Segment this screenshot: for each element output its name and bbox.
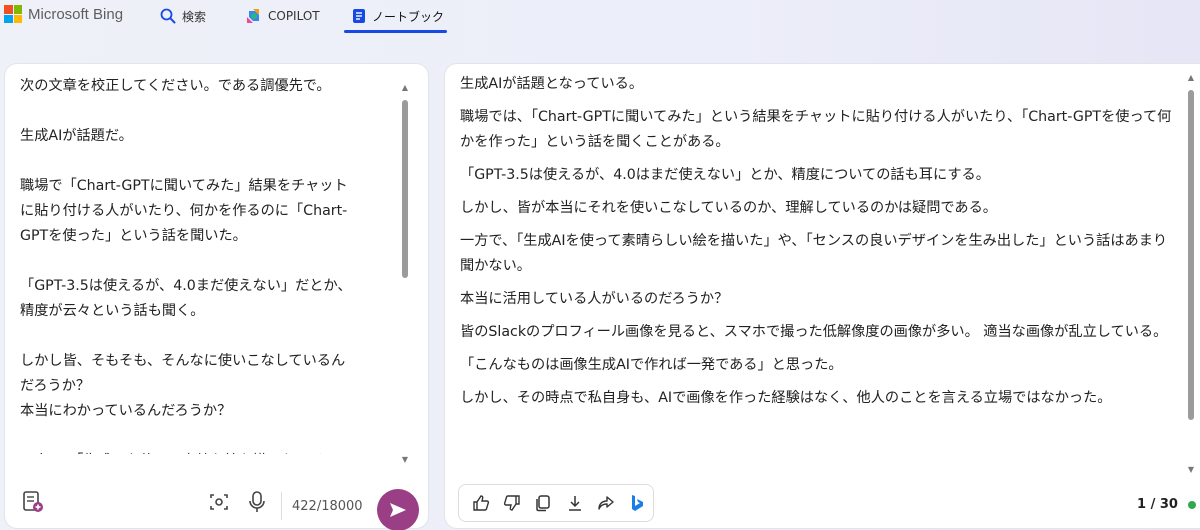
input-line: しかし皆、そもそも、そんなに使いこなしているん [20,353,346,369]
tab-notebook-label: ノートブック [372,9,445,24]
tab-copilot-label: COPILOT [268,9,320,23]
microsoft-logo-icon [4,5,22,23]
input-line: だろうか？ [20,378,91,394]
scroll-up-icon[interactable]: ▲ [401,84,409,92]
output-paragraph: 職場では、「Chart-GPTに聞いてみた」という結果をチャットに貼り付ける人が… [460,109,1172,150]
notebook-icon [353,9,365,23]
tab-notebook[interactable]: ノートブック [352,4,444,28]
output-paragraph: しかし、皆が本当にそれを使いこなしているのか、理解しているのかは疑問である。 [460,200,997,216]
output-paragraph: 皆のSlackのプロフィール画像を見ると、スマホで撮った低解像度の画像が多い。 … [460,324,1168,340]
bing-icon [632,495,644,511]
input-line: 生成AIが話題だ。 [20,128,133,144]
output-paragraph: 本当に活用している人がいるのだろうか？ [460,291,729,307]
input-textarea[interactable]: 次の文章を校正してください。である調優先で。 生成AIが話題だ。職場で「Chart… [20,74,400,454]
tab-search-label: 検索 [182,9,207,24]
input-toolbar: 422/18000 [5,474,428,530]
download-button[interactable] [559,488,590,518]
toolbar-divider [281,492,282,520]
page-indicator: 1 / 30 [1137,497,1196,512]
brand-name: Microsoft Bing [28,5,124,23]
scroll-thumb[interactable] [1188,90,1194,420]
output-paragraph: 一方で、「生成AIを使って素晴らしい絵を描いた」や、「センスの良いデザインを生み… [460,233,1168,274]
dislike-button[interactable] [496,488,527,518]
mic-icon [249,491,265,512]
send-icon [390,503,406,517]
like-button[interactable] [465,488,496,518]
scroll-down-icon[interactable]: ▼ [401,456,409,464]
active-tab-indicator [344,30,447,33]
char-counter: 422/18000 [292,499,363,514]
input-line: 「GPT-3.5は使えるが、4.0まだ使えない」だとか、 [20,278,352,294]
output-paragraph: 生成AIが話題となっている。 [460,76,644,92]
response-toolbar [458,484,654,522]
output-paragraph: 「GPT-3.5は使えるが、4.0はまだ使えない」とか、精度についての話も耳にす… [460,167,990,183]
output-text: 生成AIが話題となっている。職場では、「Chart-GPTに聞いてみた」という結… [460,72,1175,472]
page-count: 1 / 30 [1137,497,1178,512]
output-paragraph: しかし、その時点で私自身も、AIで画像を作った経験はなく、他人のことを言える立場… [460,390,1112,406]
copilot-icon [247,9,259,23]
input-line: 次の文章を校正してください。である調優先で。 [20,78,331,94]
send-button[interactable] [377,489,419,530]
tab-copilot[interactable]: COPILOT [246,4,320,28]
status-dot-icon [1187,500,1196,509]
new-note-icon [23,491,43,512]
bing-search-button[interactable] [622,488,653,518]
screenshot-icon [210,494,228,510]
input-line: 一方で、「生成AIを使って素敵な絵を描いた。」と [20,449,400,454]
search-icon [160,8,176,24]
scroll-down-icon[interactable]: ▼ [1187,466,1195,474]
output-paragraph: 「こんなものは画像生成AIで作れば一発である」と思った。 [460,357,843,373]
output-scrollbar[interactable]: ▲ ▼ [1187,74,1195,474]
scroll-thumb[interactable] [402,100,408,278]
input-panel: 次の文章を校正してください。である調優先で。 生成AIが話題だ。職場で「Chart… [5,64,428,530]
share-icon [598,496,614,510]
download-icon [568,496,581,511]
screenshot-button[interactable] [207,490,231,514]
scroll-up-icon[interactable]: ▲ [1187,74,1195,82]
copy-icon [536,495,551,512]
bing-logo[interactable]: Microsoft Bing [4,5,123,23]
new-note-button[interactable] [19,488,47,516]
input-line: 精度が云々という話も聞く。 [20,303,205,319]
share-button[interactable] [590,488,621,518]
mic-button[interactable] [245,488,269,516]
tab-search[interactable]: 検索 [160,4,206,28]
copy-button[interactable] [528,488,559,518]
input-scrollbar[interactable]: ▲ ▼ [401,84,409,464]
input-line: に貼り付ける人がいたり、何かを作るのに「Chart- [20,203,348,219]
thumbs-up-icon [472,495,489,511]
output-panel: 生成AIが話題となっている。職場では、「Chart-GPTに聞いてみた」という結… [445,64,1200,528]
input-line: 本当にわかっているんだろうか？ [20,403,232,419]
input-line: 職場で「Chart-GPTに聞いてみた」結果をチャット [20,178,348,194]
input-line: GPTを使った」という話を聞いた。 [20,228,247,244]
thumbs-down-icon [503,495,520,511]
top-bar: Microsoft Bing 検索 COPILOT ノートブック [0,0,1200,40]
